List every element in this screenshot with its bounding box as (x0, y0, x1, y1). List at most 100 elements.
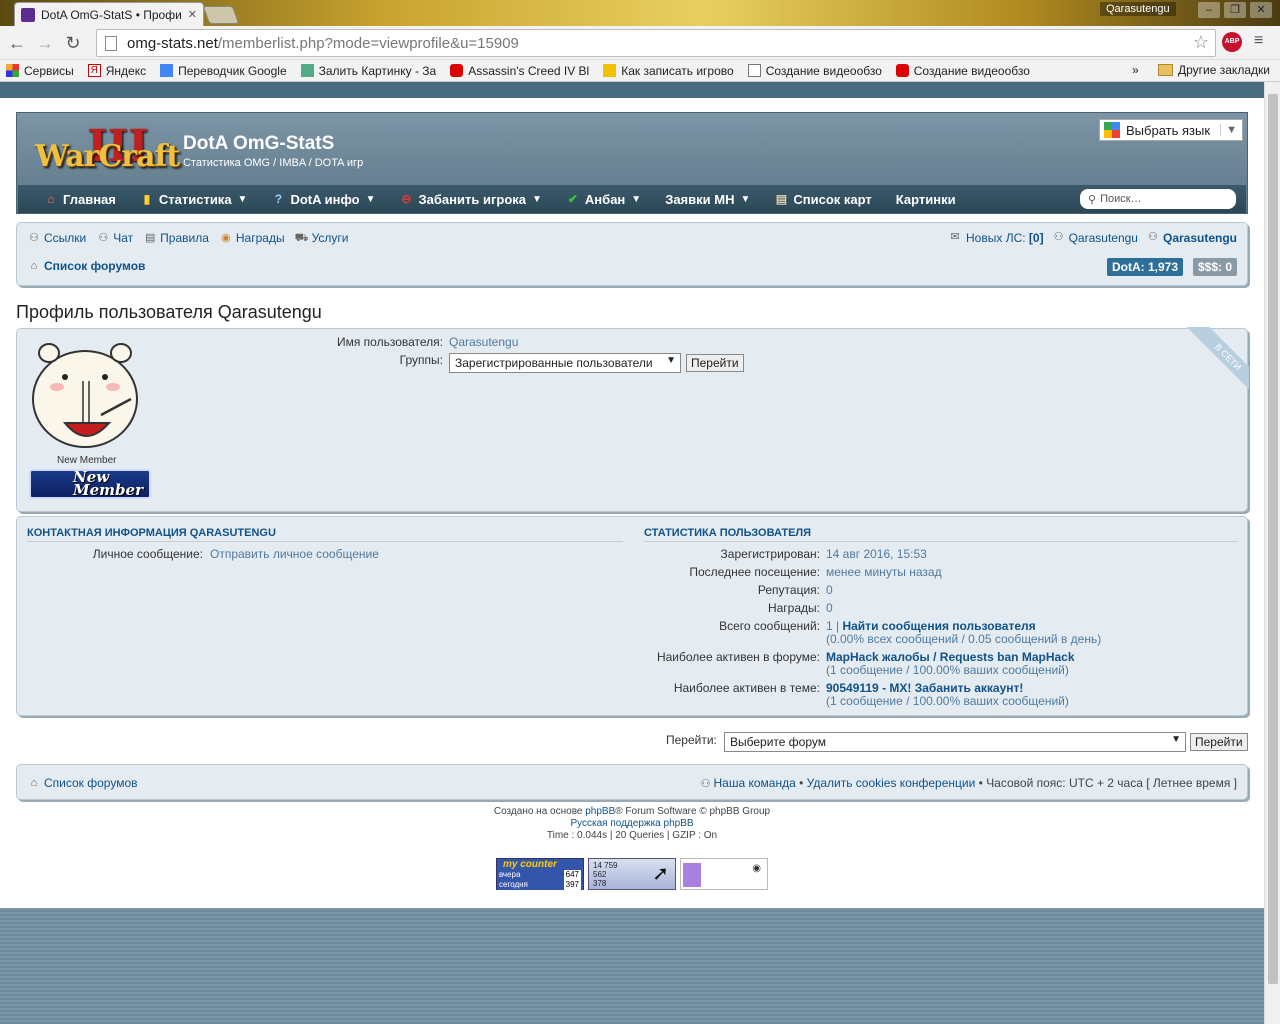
russian-support-link[interactable]: Русская поддержка phpBB (0, 818, 1264, 830)
sub-navigation: ⚇ Ссылки ⚇ Чат ▤ Правила ◉ Награды ⛟ Услуги ✉… (16, 222, 1248, 286)
google-icon (1104, 122, 1120, 138)
jumpbox-go-button[interactable]: Перейти (1190, 733, 1248, 751)
document-icon (747, 64, 761, 77)
footer-index-label: Список форумов (44, 776, 138, 790)
maximize-icon[interactable]: ❐ (1224, 2, 1246, 18)
bookmark-video-review-1[interactable]: Создание видеообзо (747, 63, 882, 78)
user-control-panel-link[interactable]: Qarasutengu (1069, 231, 1138, 245)
nav-map-list[interactable]: ▤ Список карт (774, 192, 872, 207)
bookmark-services[interactable]: Сервисы (6, 64, 74, 78)
site-favicon-icon (21, 7, 35, 22)
nav-unban[interactable]: ✔ Анбан ▼ (566, 192, 641, 207)
link-services[interactable]: ⛟ Услуги (295, 231, 349, 245)
bar-chart-icon: ▮ (143, 192, 151, 206)
my-counter-widget[interactable]: my counter вчера 647 сегодня 397 (496, 858, 584, 890)
minimize-icon[interactable]: – (1198, 2, 1220, 18)
map-icon: ▤ (775, 192, 788, 206)
url-host: omg-stats.net (127, 34, 218, 52)
active-forum-link[interactable]: MapHack жалобы / Requests ban MapHack (826, 650, 1075, 664)
groups-select[interactable]: Зарегистрированные пользователи ▼ (449, 353, 681, 373)
money-badge[interactable]: $$$: 0 (1192, 258, 1237, 276)
tab-title: DotA OmG-StatS • Профи (41, 7, 182, 22)
arrow-up-right-icon: ➚ (652, 863, 669, 885)
link-label: Чат (113, 231, 134, 245)
rank-image-text: New Member (73, 470, 143, 498)
browser-menu-icon[interactable]: ≡ (1254, 32, 1263, 50)
folder-icon (1158, 64, 1173, 76)
breadcrumb[interactable]: ⌂ Список форумов (27, 259, 146, 273)
adblock-icon[interactable]: ABP (1222, 32, 1242, 52)
new-tab-button[interactable] (202, 6, 240, 24)
bookmark-record-game[interactable]: Как записать игрово (603, 64, 734, 78)
nav-home[interactable]: ⌂ Главная (44, 192, 116, 207)
page-scrollbar[interactable] (1264, 82, 1280, 1024)
delete-cookies-link[interactable]: Удалить cookies конференции (807, 776, 976, 790)
groups-go-button[interactable]: Перейти (686, 354, 744, 372)
forward-arrow-icon[interactable]: → (34, 32, 56, 54)
posts-detail: (0.00% всех сообщений / 0.05 сообщений в… (826, 632, 1102, 646)
counter-row-today: сегодня 397 (497, 880, 583, 890)
find-posts-link[interactable]: Найти сообщения пользователя (842, 619, 1035, 633)
link-awards[interactable]: ◉ Награды (219, 231, 285, 245)
nav-pictures[interactable]: Картинки (896, 192, 956, 207)
window-titlebar: DotA OmG-StatS • Профи ✕ Qarasutengu – ❐… (0, 0, 1280, 26)
search-input[interactable]: ⚲ Поиск… (1080, 189, 1236, 209)
groups-selected-value: Зарегистрированные пользователи (455, 356, 653, 370)
page-title: Профиль пользователя Qarasutengu (16, 302, 322, 322)
scrollbar-thumb[interactable] (1268, 94, 1278, 984)
bookmark-youtube-1[interactable]: Assassin's Creed IV Bl (450, 64, 589, 78)
browser-tab[interactable]: DotA OmG-StatS • Профи ✕ (14, 2, 204, 26)
phpbb-link[interactable]: phpBB (585, 806, 615, 817)
bookmark-upload-image[interactable]: Залить Картинку - За (300, 64, 436, 78)
reload-icon[interactable]: ↻ (62, 32, 84, 54)
page-top-bar (0, 82, 1264, 98)
nav-ban-player[interactable]: ⊖ Забанить игрока ▼ (400, 192, 542, 207)
logo-text: WarCraft (35, 139, 180, 174)
send-pm-link[interactable]: Отправить личное сообщение (210, 547, 379, 561)
back-arrow-icon[interactable]: ← (6, 32, 28, 54)
new-pm-label[interactable]: Новых ЛС: (966, 231, 1026, 245)
translate-dropdown[interactable]: Выбрать язык ▼ (1099, 119, 1243, 141)
image-icon (300, 64, 314, 77)
link-rules[interactable]: ▤ Правила (143, 231, 209, 245)
active-topic-link[interactable]: 90549119 - MX! Забанить аккаунт! (826, 681, 1023, 695)
link-links[interactable]: ⚇ Ссылки (27, 231, 86, 245)
new-pm-count[interactable]: [0] (1029, 231, 1044, 245)
link-chat[interactable]: ⚇ Чат (96, 231, 133, 245)
copyright-line-1: Создано на основе phpBB® Forum Software … (0, 806, 1264, 818)
bookmark-yandex[interactable]: Я Яндекс (87, 64, 146, 78)
nav-mh-requests[interactable]: Заявки MH ▼ (665, 192, 750, 207)
bookmark-video-review-2[interactable]: Создание видеообзо (895, 64, 1030, 78)
posts-label: Всего сообщений: (719, 619, 820, 633)
active-forum-value[interactable]: MapHack жалобы / Requests ban MapHack (826, 650, 1075, 664)
profile-link[interactable]: Qarasutengu (1163, 231, 1237, 245)
team-link[interactable]: Наша команда (713, 776, 795, 790)
link-label: Правила (160, 231, 209, 245)
main-navbar: ⌂ Главная ▮ Статистика ▼ ? DotA инфо ▼ ⊖ Забан… (18, 185, 1246, 213)
breadcrumb-index: Список форумов (44, 259, 146, 273)
chevron-down-icon: ▼ (532, 193, 542, 205)
metrika-counter-widget[interactable]: ◉ (680, 858, 768, 890)
bookmarks-more-button[interactable]: » (1132, 63, 1139, 77)
jumpbox-select[interactable]: Выберите форум ▼ (724, 732, 1186, 752)
bookmark-star-icon[interactable]: ☆ (1193, 32, 1209, 53)
counter-values: 14 759 562 378 (593, 861, 617, 888)
bookmark-label: Переводчик Google (178, 63, 287, 78)
nav-stats[interactable]: ▮ Статистика ▼ (140, 192, 248, 207)
user-icon: ⚇ (1148, 231, 1158, 243)
address-bar[interactable]: omg-stats.net/memberlist.php?mode=viewpr… (96, 29, 1216, 57)
window-user-badge[interactable]: Qarasutengu (1100, 2, 1176, 16)
bookmark-label: Создание видеообзо (765, 63, 882, 78)
close-window-icon[interactable]: ✕ (1250, 2, 1272, 18)
footer-index-link[interactable]: ⌂ Список форумов (27, 776, 138, 790)
other-bookmarks[interactable]: Другие закладки (1158, 63, 1270, 77)
close-icon[interactable]: ✕ (188, 8, 197, 21)
dota-points-badge[interactable]: DotA: 1,973 (1106, 258, 1183, 276)
active-topic-value[interactable]: 90549119 - MX! Забанить аккаунт! (826, 681, 1023, 695)
nav-dota-info[interactable]: ? DotA инфо ▼ (271, 192, 376, 207)
site-title[interactable]: DotA OmG-StatS (183, 133, 334, 155)
warcraft-logo[interactable]: III WarCraft (35, 121, 180, 179)
rank-image: New Member (29, 469, 151, 499)
liveinternet-counter-widget[interactable]: 14 759 562 378 ➚ (588, 858, 676, 890)
bookmark-google-translate[interactable]: Переводчик Google (160, 64, 287, 78)
